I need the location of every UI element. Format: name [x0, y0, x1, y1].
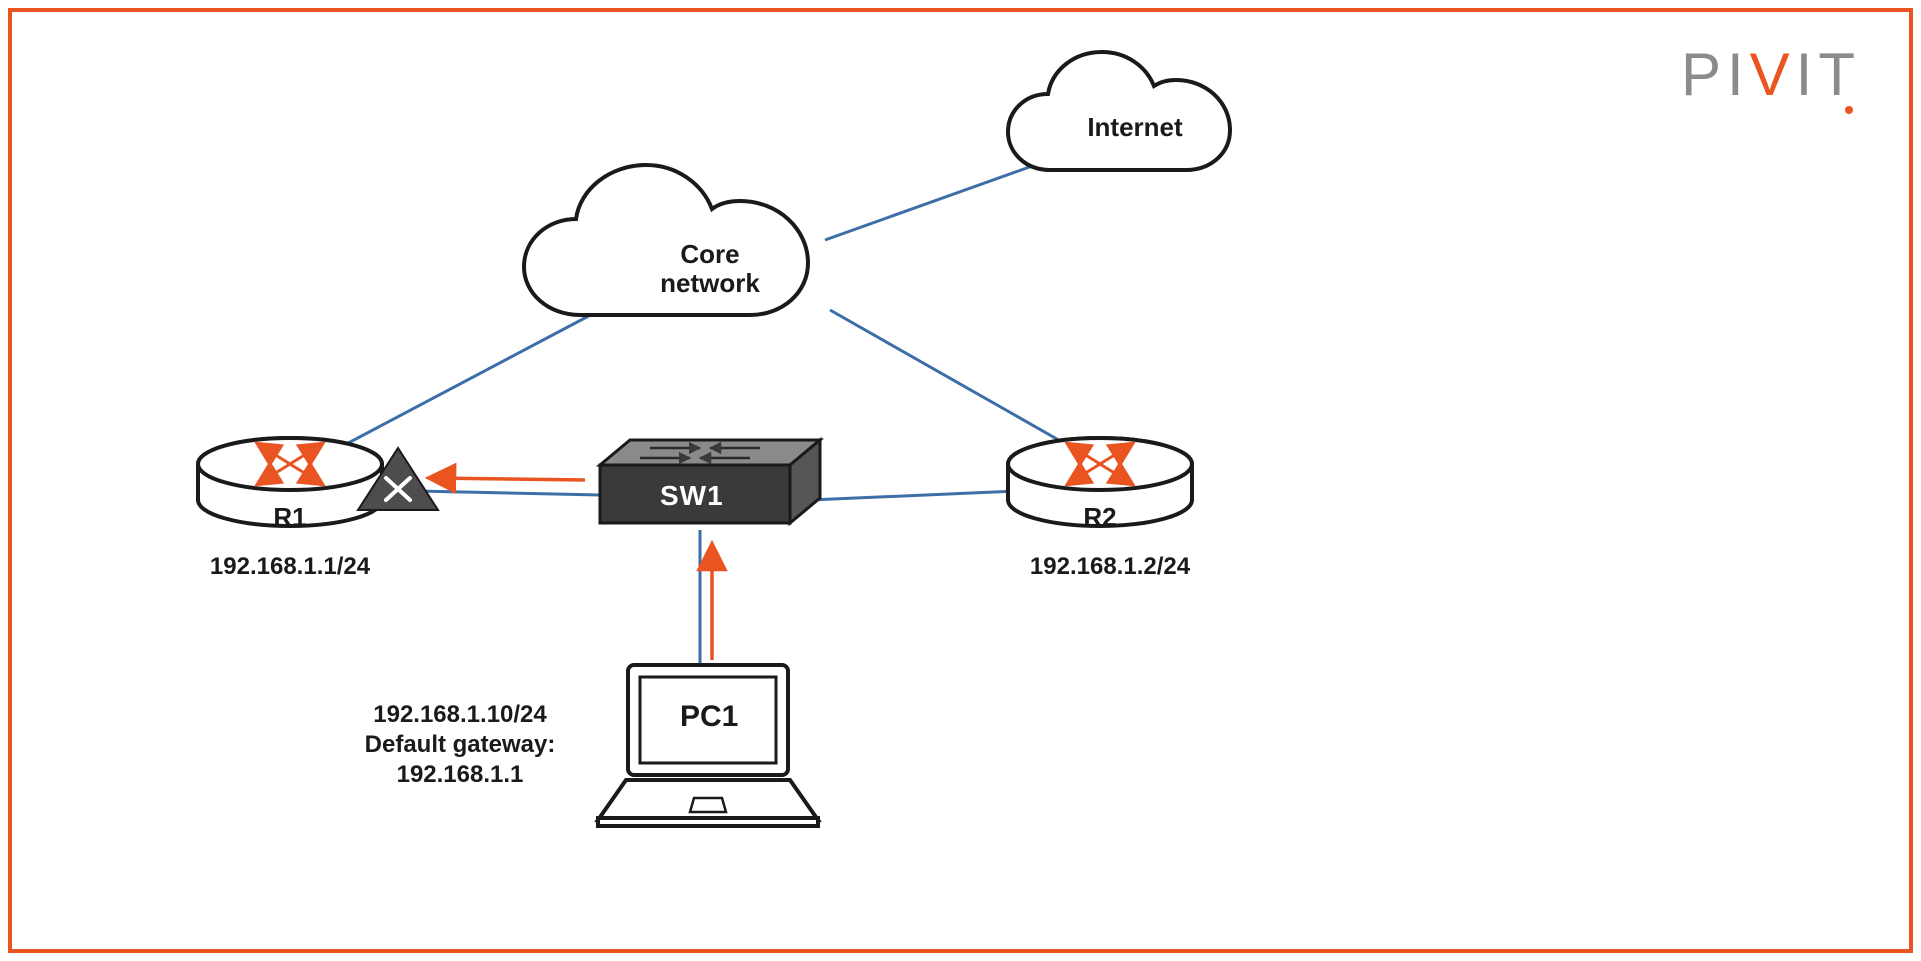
label-r1: R1 — [260, 503, 320, 532]
pc1-gw-ip: 192.168.1.1 — [397, 761, 524, 788]
label-r2: R2 — [1070, 503, 1130, 532]
laptop-pc1-icon — [598, 665, 818, 826]
label-sw1: SW1 — [660, 480, 724, 512]
diagram-canvas — [0, 0, 1921, 961]
label-pc1: PC1 — [680, 700, 738, 734]
label-r2-ip: 192.168.1.2/24 — [1000, 552, 1220, 582]
label-pc1-info: 192.168.1.10/24 Default gateway: 192.168… — [330, 700, 590, 790]
link-core-r2 — [830, 310, 1085, 455]
arrow-sw-to-r1-icon — [430, 478, 585, 480]
link-core-r1 — [335, 310, 600, 450]
label-internet: Internet — [1075, 113, 1195, 142]
cloud-internet-icon — [1008, 52, 1230, 170]
pc1-ip: 192.168.1.10/24 — [373, 701, 547, 728]
link-sw1-r2 — [810, 490, 1040, 500]
pc1-gw-label: Default gateway: — [365, 731, 556, 758]
label-core-network: Core network — [640, 240, 780, 297]
link-core-internet — [825, 165, 1035, 240]
label-r1-ip: 192.168.1.1/24 — [180, 552, 400, 582]
